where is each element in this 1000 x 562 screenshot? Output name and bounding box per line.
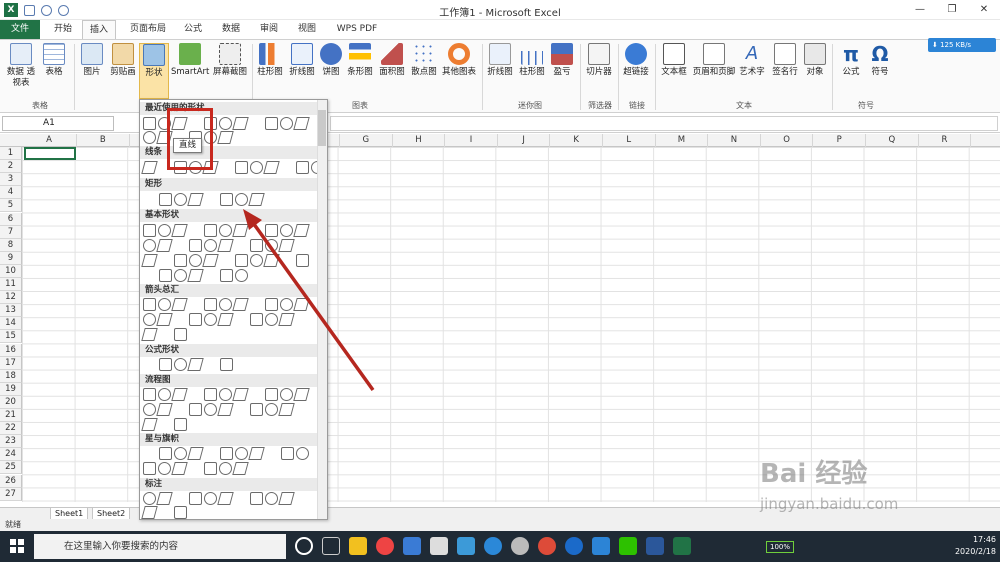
- excel-window: X 工作簿1 - Microsoft Excel — ❐ ✕ 文件 开始 插入 …: [0, 0, 1000, 562]
- arrow-head: [243, 209, 262, 230]
- arrow-shaft: [249, 218, 375, 392]
- baidu-watermark: Bai 经验 jingyan.baidu.com: [760, 459, 899, 513]
